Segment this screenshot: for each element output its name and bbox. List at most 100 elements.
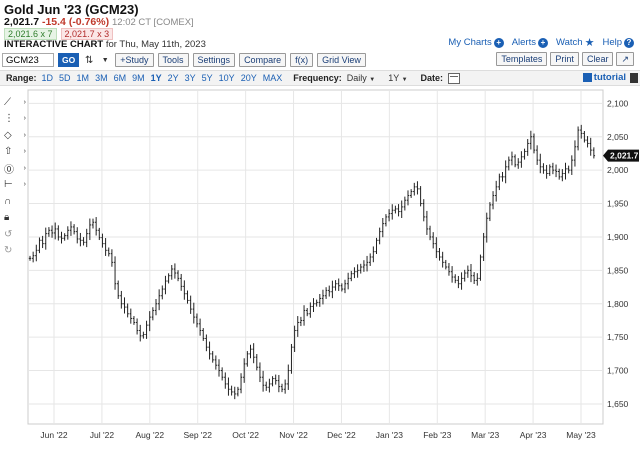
ohlc-bar	[384, 214, 388, 227]
ohlc-bar	[318, 294, 321, 307]
tutorial-link[interactable]: tutorial	[582, 72, 626, 83]
range-option-6m[interactable]: 6M	[114, 73, 127, 83]
price-chart[interactable]: 1,650 1,700 1,750 1,800 1,850 1,900 1,950 2,000…	[0, 86, 640, 454]
ohlc-bar	[466, 265, 470, 278]
ohlc-bar	[472, 272, 476, 284]
ohlc-bar	[186, 290, 189, 304]
range-option-1m[interactable]: 1M	[77, 73, 90, 83]
ohlc-bar	[535, 145, 539, 165]
range-option-2y[interactable]: 2Y	[168, 73, 179, 83]
go-button[interactable]: GO	[58, 53, 80, 67]
x-tick-label: Dec '22	[327, 430, 356, 440]
range-option-1y[interactable]: 1Y	[151, 73, 162, 83]
chart-toolbar: GO ⇅ ▼ +Study Tools Settings Compare f(x…	[2, 52, 638, 68]
ohlc-bar	[239, 373, 243, 394]
ohlc-bar	[145, 320, 148, 339]
x-tick-label: Jan '23	[376, 430, 403, 440]
ohlc-bar	[183, 280, 186, 300]
study-button[interactable]: +Study	[115, 53, 154, 67]
tutorial-icon	[582, 73, 592, 82]
ohlc-bar	[397, 204, 400, 217]
range-option-9m[interactable]: 9M	[132, 73, 145, 83]
ohlc-bar	[457, 275, 460, 289]
ohlc-bar	[312, 298, 315, 313]
plus-circle-icon: +	[493, 37, 504, 48]
ohlc-bar	[280, 383, 284, 393]
ohlc-bar	[271, 376, 274, 387]
range-bar: Range: 1D 5D 1M 3M 6M 9M 1Y 2Y 3Y 5Y 10Y 20Y MAX Fre…	[0, 70, 640, 86]
ohlc-bar	[495, 180, 498, 202]
chart-grid	[27, 89, 604, 425]
frequency-select[interactable]: Daily ▼	[347, 73, 375, 83]
ohlc-bar	[258, 362, 262, 383]
x-tick-label: Oct '22	[232, 430, 259, 440]
x-tick-label: Jun '22	[40, 430, 67, 440]
ohlc-bar	[246, 351, 249, 367]
expand-icon[interactable]: ↗	[616, 52, 634, 66]
x-tick-label: Sep '22	[183, 430, 212, 440]
ohlc-bar	[422, 199, 425, 222]
alerts-link[interactable]: Alerts +	[512, 37, 548, 48]
ohlc-bar	[76, 227, 79, 244]
period-value: 1Y	[388, 73, 400, 83]
bookmark-icon[interactable]	[630, 73, 638, 83]
range-option-5d[interactable]: 5D	[59, 73, 71, 83]
range-option-3m[interactable]: 3M	[95, 73, 108, 83]
range-option-10y[interactable]: 10Y	[219, 73, 235, 83]
ohlc-bar	[31, 251, 35, 263]
ohlc-bar	[498, 173, 501, 191]
print-button[interactable]: Print	[550, 52, 579, 66]
ohlc-bar	[302, 305, 306, 326]
top-links: My Charts + Alerts + Watch ★ Help ?	[448, 36, 634, 49]
range-option-max[interactable]: MAX	[263, 73, 283, 83]
y-tick-label: 1,750	[607, 332, 629, 342]
ohlc-bar	[328, 285, 331, 297]
ohlc-bar	[69, 221, 73, 236]
ohlc-bar	[94, 217, 98, 236]
fx-button[interactable]: f(x)	[290, 53, 314, 67]
templates-button[interactable]: Templates	[496, 52, 548, 66]
y-tick-label: 2,000	[607, 165, 629, 175]
ohlc-bar	[545, 164, 548, 179]
tools-button[interactable]: Tools	[157, 53, 189, 67]
ohlc-bar	[176, 270, 180, 282]
ohlc-bar	[526, 139, 529, 156]
chevron-down-icon: ▼	[401, 77, 408, 83]
watch-link[interactable]: Watch ★	[556, 36, 594, 49]
my-charts-link[interactable]: My Charts +	[448, 37, 504, 48]
help-link[interactable]: Help ?	[602, 37, 634, 48]
x-axis: Jun '22 Jul '22 Aug '22 Sep '22 Oct '22 Nov '…	[40, 430, 596, 440]
chart-type-icon[interactable]: ⇅	[83, 55, 95, 66]
interactive-chart-label: INTERACTIVE CHART for Thu, May 11th, 202…	[4, 39, 206, 50]
ohlc-bar	[561, 169, 564, 182]
grid-view-button[interactable]: Grid View	[317, 53, 366, 67]
calendar-icon[interactable]	[448, 72, 461, 84]
clear-button[interactable]: Clear	[581, 52, 614, 66]
ohlc-bar	[387, 209, 391, 222]
ohlc-bar	[413, 182, 416, 196]
ohlc-bar	[409, 189, 413, 198]
ohlc-bar	[296, 316, 299, 337]
ohlc-bar	[252, 343, 255, 364]
ohlc-bar	[167, 273, 170, 284]
ohlc-bar	[517, 158, 520, 169]
range-option-20y[interactable]: 20Y	[241, 73, 257, 83]
settings-button[interactable]: Settings	[192, 53, 236, 67]
quote-time: 12:02 CT [COMEX]	[112, 17, 194, 28]
range-option-5y[interactable]: 5Y	[202, 73, 213, 83]
range-option-1d[interactable]: 1D	[42, 73, 54, 83]
ohlc-bar	[337, 278, 340, 291]
ohlc-bar	[554, 164, 558, 178]
symbol-input[interactable]	[2, 53, 54, 67]
tutorial-label: tutorial	[593, 72, 626, 83]
ohlc-bar	[334, 280, 337, 291]
ohlc-bar	[365, 255, 369, 272]
range-label: Range:	[6, 73, 37, 83]
chevron-down-icon[interactable]: ▼	[99, 57, 111, 64]
x-tick-label: Apr '23	[520, 430, 547, 440]
range-option-3y[interactable]: 3Y	[185, 73, 196, 83]
compare-button[interactable]: Compare	[239, 53, 287, 67]
period-select[interactable]: 1Y ▼	[388, 73, 407, 83]
ohlc-bar	[454, 274, 457, 284]
ohlc-bar	[113, 256, 117, 290]
